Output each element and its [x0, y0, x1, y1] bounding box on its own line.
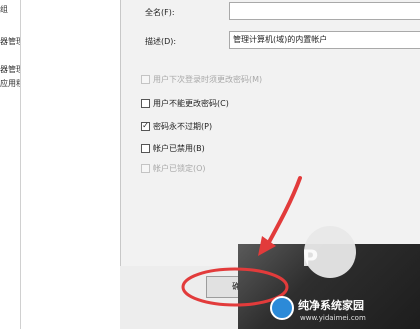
arrow-head-icon — [258, 236, 276, 256]
annotation-overlay: P — [181, 176, 356, 307]
watermark-logo-icon — [270, 296, 294, 320]
svg-text:P: P — [302, 247, 318, 272]
watermark-title: 纯净系统家园 — [298, 299, 364, 312]
red-arrow-icon — [266, 176, 302, 246]
watermark: 纯净系统家园 www.yidaimei.com — [270, 296, 420, 329]
watermark-url: www.yidaimei.com — [300, 314, 366, 322]
